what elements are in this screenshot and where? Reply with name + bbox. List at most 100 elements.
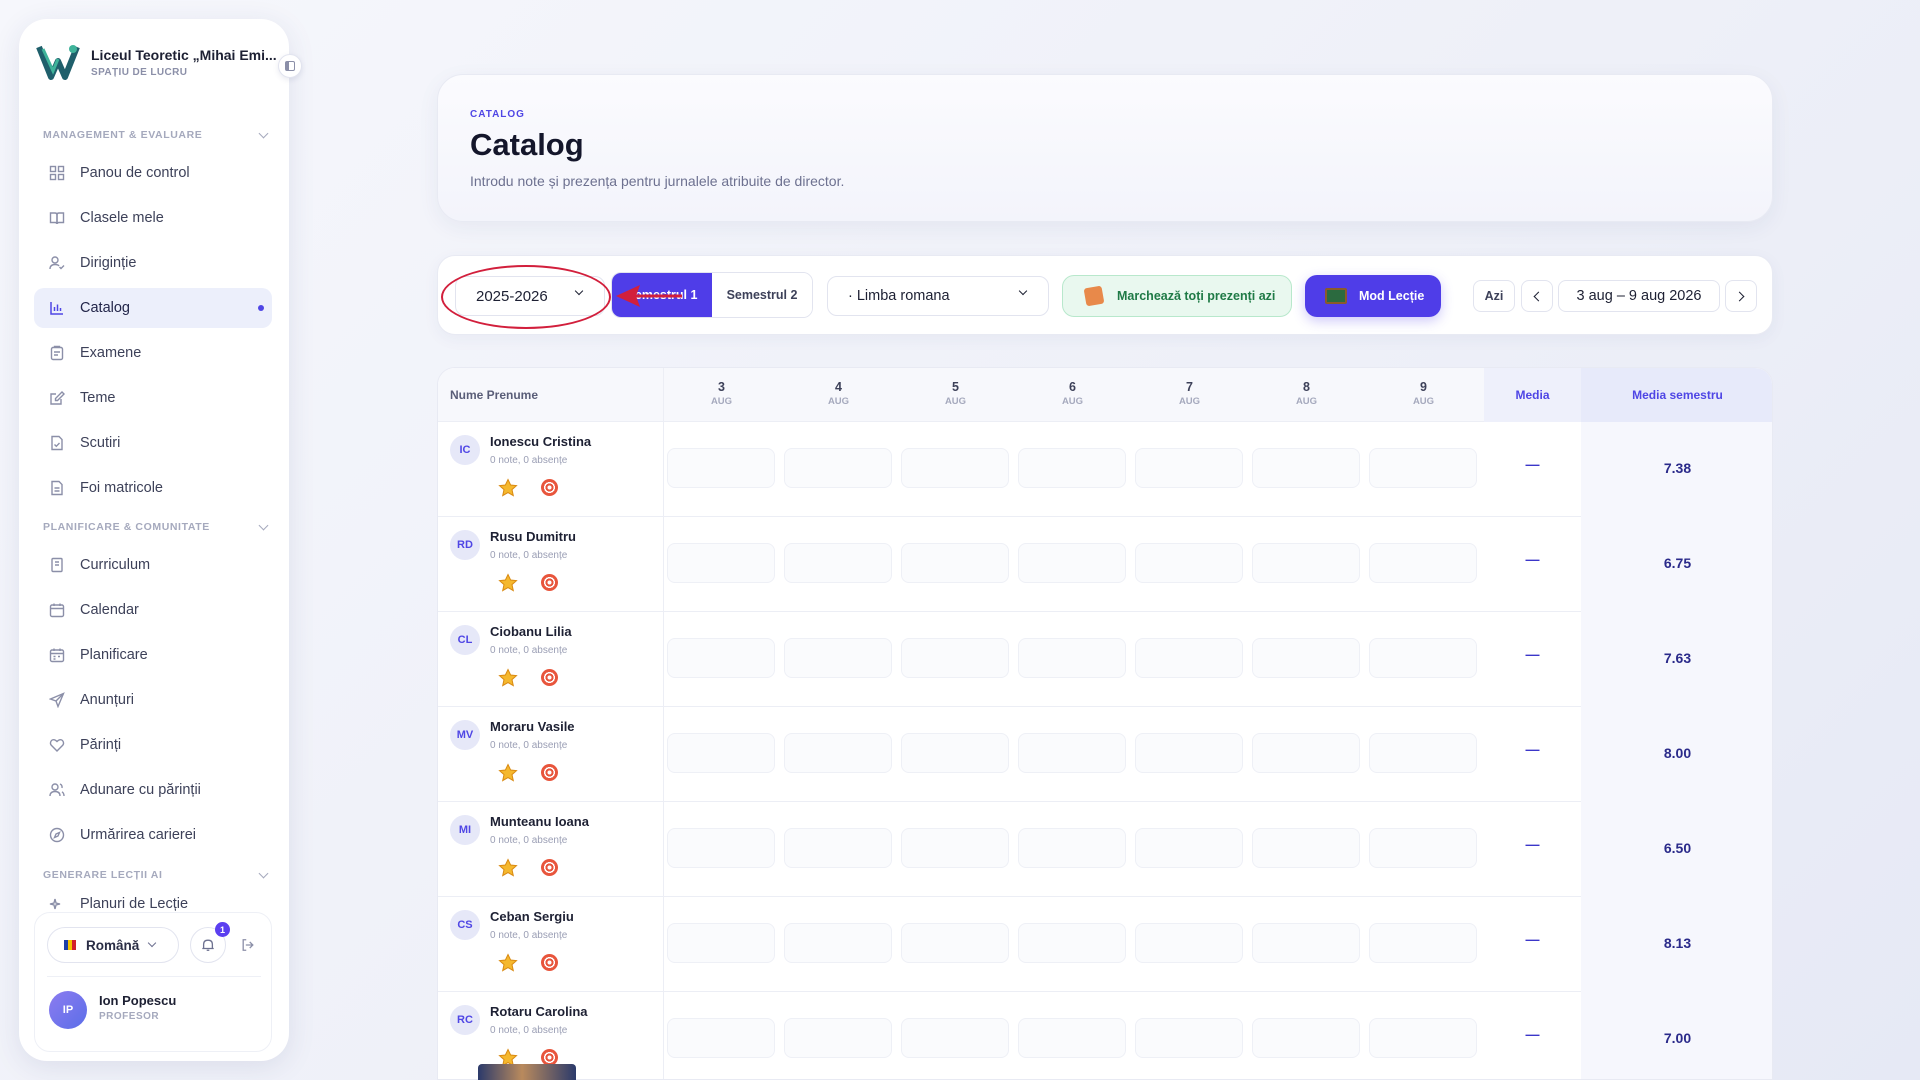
grade-cell[interactable] [901,1018,1009,1058]
grade-cell[interactable] [667,1018,775,1058]
grade-cell[interactable] [1135,923,1243,963]
student-name[interactable]: Ceban Sergiu [490,909,574,924]
grade-cell[interactable] [1252,543,1360,583]
star-icon[interactable] [498,953,518,973]
grade-cell[interactable] [1018,828,1126,868]
target-icon[interactable] [541,574,558,591]
grade-cell[interactable] [667,543,775,583]
grade-cell[interactable] [1369,543,1477,583]
brand[interactable]: Liceul Teoretic „Mihai Emi... SPAȚIU DE … [33,37,283,97]
sidebar-item-planuri-de-lectie[interactable]: Planuri de Lecție [34,892,272,914]
school-year-select[interactable]: 2025-2026 [455,276,605,316]
grade-cell[interactable] [901,448,1009,488]
grade-cell[interactable] [784,543,892,583]
semester-1-tab[interactable]: Semestrul 1 [612,273,712,317]
grade-cell[interactable] [1252,448,1360,488]
grade-cell[interactable] [901,923,1009,963]
sidebar-item-panou-de-control[interactable]: Panou de control [34,153,272,193]
sidebar-item-teme[interactable]: Teme [34,378,272,418]
grade-cell[interactable] [784,733,892,773]
grade-cell[interactable] [1369,1018,1477,1058]
grade-cell[interactable] [901,638,1009,678]
student-name[interactable]: Rotaru Carolina [490,1004,588,1019]
grade-cell[interactable] [1369,448,1477,488]
grade-cell[interactable] [784,828,892,868]
sidebar-item-catalog[interactable]: Catalog [34,288,272,328]
grade-cell[interactable] [901,543,1009,583]
star-icon[interactable] [498,573,518,593]
sidebar-item-examene[interactable]: Examene [34,333,272,373]
grade-cell[interactable] [901,828,1009,868]
sidebar-item-scutiri[interactable]: Scutiri [34,423,272,463]
grade-cell[interactable] [1252,828,1360,868]
grade-cell[interactable] [1018,923,1126,963]
grade-cell[interactable] [1252,638,1360,678]
student-name[interactable]: Ionescu Cristina [490,434,591,449]
grade-cell[interactable] [784,1018,892,1058]
sidebar-item-clasele-mele[interactable]: Clasele mele [34,198,272,238]
grade-cell[interactable] [1252,923,1360,963]
grade-cell[interactable] [1135,828,1243,868]
sidebar-item-foi-matricole[interactable]: Foi matricole [34,468,272,508]
sidebar-item-dirigintie[interactable]: Diriginție [34,243,272,283]
grade-cell[interactable] [1252,733,1360,773]
star-icon[interactable] [498,763,518,783]
grade-cell[interactable] [1135,1018,1243,1058]
grade-cell[interactable] [784,638,892,678]
grade-cell[interactable] [1018,733,1126,773]
target-icon[interactable] [541,859,558,876]
star-icon[interactable] [498,478,518,498]
sidebar-item-planificare[interactable]: Planificare [34,635,272,675]
grade-cell[interactable] [1369,638,1477,678]
lesson-mode-button[interactable]: Mod Lecție [1305,275,1441,317]
grade-cell[interactable] [1135,543,1243,583]
student-name[interactable]: Rusu Dumitru [490,529,576,544]
grade-cell[interactable] [1369,923,1477,963]
collapse-sidebar-button[interactable] [278,54,302,78]
grade-cell[interactable] [667,448,775,488]
grade-cell[interactable] [667,828,775,868]
sidebar-item-urmarirea-carierei[interactable]: Urmărirea carierei [34,815,272,855]
avatar[interactable]: IP [49,991,87,1029]
grade-cell[interactable] [1135,733,1243,773]
star-icon[interactable] [498,858,518,878]
grade-cell[interactable] [1252,1018,1360,1058]
notifications-button[interactable]: 1 [190,922,230,963]
grade-cell[interactable] [667,638,775,678]
grade-cell[interactable] [1369,733,1477,773]
previous-week-button[interactable] [1521,280,1553,312]
semester-2-tab[interactable]: Semestrul 2 [712,273,812,317]
grade-cell[interactable] [1018,638,1126,678]
grade-cell[interactable] [667,923,775,963]
language-selector[interactable]: Română [47,927,179,963]
sidebar-item-calendar[interactable]: Calendar [34,590,272,630]
next-week-button[interactable] [1725,280,1757,312]
grade-cell[interactable] [1018,1018,1126,1058]
target-icon[interactable] [541,954,558,971]
grade-cell[interactable] [1135,638,1243,678]
sidebar-item-anunturi[interactable]: Anunțuri [34,680,272,720]
grade-cell[interactable] [784,448,892,488]
student-name[interactable]: Munteanu Ioana [490,814,589,829]
logout-button[interactable] [238,935,258,955]
grade-cell[interactable] [784,923,892,963]
today-button[interactable]: Azi [1473,280,1515,312]
grade-cell[interactable] [667,733,775,773]
target-icon[interactable] [541,479,558,496]
star-icon[interactable] [498,668,518,688]
section-generare-lectii[interactable]: GENERARE LECȚII AI [43,865,273,885]
sidebar-item-parinti[interactable]: Părinți [34,725,272,765]
section-management[interactable]: MANAGEMENT & EVALUARE [43,125,273,145]
mark-all-present-button[interactable]: Marchează toți prezenți azi [1062,275,1292,317]
grade-cell[interactable] [1018,448,1126,488]
grade-cell[interactable] [1369,828,1477,868]
target-icon[interactable] [541,764,558,781]
section-planificare[interactable]: PLANIFICARE & COMUNITATE [43,517,273,537]
sidebar-item-adunare-cu-parintii[interactable]: Adunare cu părinții [34,770,272,810]
grade-cell[interactable] [1135,448,1243,488]
student-name[interactable]: Ciobanu Lilia [490,624,572,639]
grade-cell[interactable] [901,733,1009,773]
sidebar-item-curriculum[interactable]: Curriculum [34,545,272,585]
target-icon[interactable] [541,669,558,686]
subject-select[interactable]: · Limba romana [827,276,1049,316]
